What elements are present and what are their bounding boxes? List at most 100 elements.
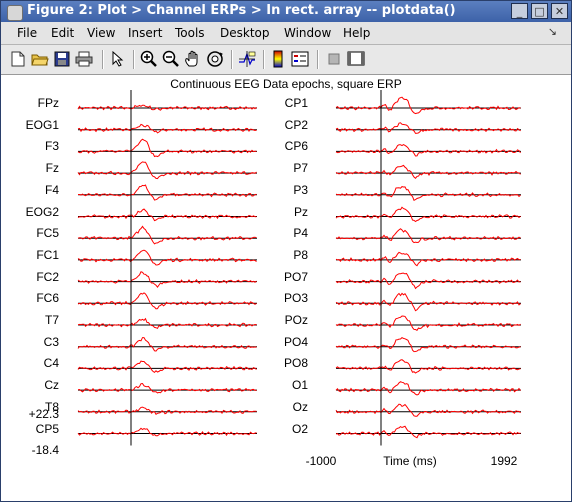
trace-FC5 <box>77 225 257 245</box>
data-cursor-icon[interactable] <box>238 50 256 68</box>
maximize-button[interactable]: □ <box>531 3 548 19</box>
channel-label-PO7: PO7 <box>283 269 308 284</box>
hide-plot-tools-icon[interactable] <box>325 50 343 68</box>
menu-view[interactable]: View <box>87 26 115 40</box>
channel-label-O2: O2 <box>291 421 308 436</box>
plot-area[interactable]: Continuous EEG Data epochs, square ERP F… <box>1 75 571 501</box>
trace-F3 <box>77 138 257 158</box>
channel-label-CP6: CP6 <box>284 139 308 154</box>
channel-label-P3: P3 <box>293 182 308 197</box>
dock-arrow-icon[interactable]: ↘ <box>548 25 557 38</box>
trace-Oz <box>335 403 521 417</box>
trace-P7 <box>335 164 521 180</box>
channel-label-PO3: PO3 <box>283 291 308 306</box>
window-title: Figure 2: Plot > Channel ERPs > In rect.… <box>27 3 456 18</box>
trace-FC2 <box>77 271 257 289</box>
trace-O1 <box>335 381 521 396</box>
trace-Cz <box>77 382 257 394</box>
channel-label-CP5: CP5 <box>35 421 59 436</box>
channel-label-CP1: CP1 <box>284 96 308 110</box>
zoom-in-icon[interactable] <box>140 50 158 68</box>
legend-icon[interactable] <box>291 50 309 68</box>
channel-label-FC5: FC5 <box>36 226 59 241</box>
trace-FC6 <box>77 292 257 310</box>
channel-label-POz: POz <box>284 313 308 327</box>
trace-T7 <box>77 317 257 330</box>
trace-P3 <box>335 186 521 201</box>
figure-window: Figure 2: Plot > Channel ERPs > In rect.… <box>0 0 572 502</box>
channel-label-Cz: Cz <box>44 378 59 393</box>
title-bar[interactable]: Figure 2: Plot > Channel ERPs > In rect.… <box>1 1 571 22</box>
pointer-icon[interactable] <box>109 50 127 68</box>
trace-PO7 <box>335 272 521 290</box>
trace-FC1 <box>77 249 257 266</box>
channel-label-F3: F3 <box>44 139 59 154</box>
colorbar-icon[interactable] <box>269 50 287 68</box>
channel-label-P8: P8 <box>293 247 308 262</box>
channel-label-O1: O1 <box>291 378 308 393</box>
channel-label-F4: F4 <box>44 182 59 197</box>
app-icon[interactable] <box>7 5 23 21</box>
x-min-label: -1000 <box>305 454 337 468</box>
trace-EOG1 <box>77 123 257 134</box>
trace-CP6 <box>335 144 521 157</box>
channel-label-FC2: FC2 <box>36 269 59 284</box>
y-scale-bottom-label: -18.4 <box>31 443 59 457</box>
menu-insert[interactable]: Insert <box>128 26 162 40</box>
trace-F4 <box>78 184 257 201</box>
channel-label-P7: P7 <box>293 161 308 176</box>
trace-EOG2 <box>77 208 257 222</box>
channel-label-FC1: FC1 <box>36 247 59 262</box>
trace-PO4 <box>335 336 521 353</box>
channel-label-EOG2: EOG2 <box>25 204 59 219</box>
toolbar <box>1 45 571 75</box>
trace-T8 <box>77 406 257 416</box>
channel-label-Pz: Pz <box>293 204 308 219</box>
x-axis-label: Time (ms) <box>383 454 437 468</box>
trace-PO3 <box>335 292 521 312</box>
menu-help[interactable]: Help <box>343 26 370 40</box>
channel-label-FPz: FPz <box>37 96 59 110</box>
channel-label-P4: P4 <box>293 226 308 241</box>
print-icon[interactable] <box>75 50 93 68</box>
new-file-icon[interactable] <box>9 50 27 68</box>
menu-tools[interactable]: Tools <box>175 26 205 40</box>
y-scale-top-label: +22.3 <box>28 407 59 421</box>
trace-O2 <box>335 425 521 439</box>
open-folder-icon[interactable] <box>31 50 49 68</box>
trace-C4 <box>77 360 257 374</box>
channel-label-C4: C4 <box>43 356 59 371</box>
trace-CP1 <box>335 96 521 115</box>
channel-label-C3: C3 <box>43 334 59 349</box>
channel-label-FC6: FC6 <box>36 291 59 306</box>
x-max-label: 1992 <box>490 454 518 468</box>
pan-hand-icon[interactable] <box>184 50 202 68</box>
trace-P8 <box>335 251 521 267</box>
menu-bar: File Edit View Insert Tools Desktop Wind… <box>1 22 571 45</box>
minimize-button[interactable]: _ <box>511 3 528 19</box>
menu-file[interactable]: File <box>17 26 37 40</box>
menu-desktop[interactable]: Desktop <box>220 26 270 40</box>
channel-label-Fz: Fz <box>45 161 59 176</box>
zoom-out-icon[interactable] <box>162 50 180 68</box>
menu-window[interactable]: Window <box>284 26 331 40</box>
trace-Fz <box>77 161 257 180</box>
close-button[interactable]: ✕ <box>551 3 568 19</box>
channel-label-PO8: PO8 <box>283 356 308 371</box>
channel-label-PO4: PO4 <box>283 334 308 349</box>
trace-POz <box>335 315 521 331</box>
channel-label-T7: T7 <box>44 313 59 327</box>
menu-edit[interactable]: Edit <box>51 26 74 40</box>
trace-CP5 <box>77 427 257 437</box>
channel-label-CP2: CP2 <box>284 117 308 132</box>
trace-C3 <box>77 337 257 352</box>
save-icon[interactable] <box>53 50 71 68</box>
rotate-3d-icon[interactable] <box>206 50 224 68</box>
trace-Pz <box>335 206 521 223</box>
trace-PO8 <box>335 359 521 374</box>
trace-P4 <box>335 228 521 244</box>
show-plot-tools-icon[interactable] <box>347 50 365 68</box>
channel-label-Oz: Oz <box>292 399 308 414</box>
channel-label-EOG1: EOG1 <box>25 117 59 132</box>
trace-CP2 <box>335 122 521 134</box>
